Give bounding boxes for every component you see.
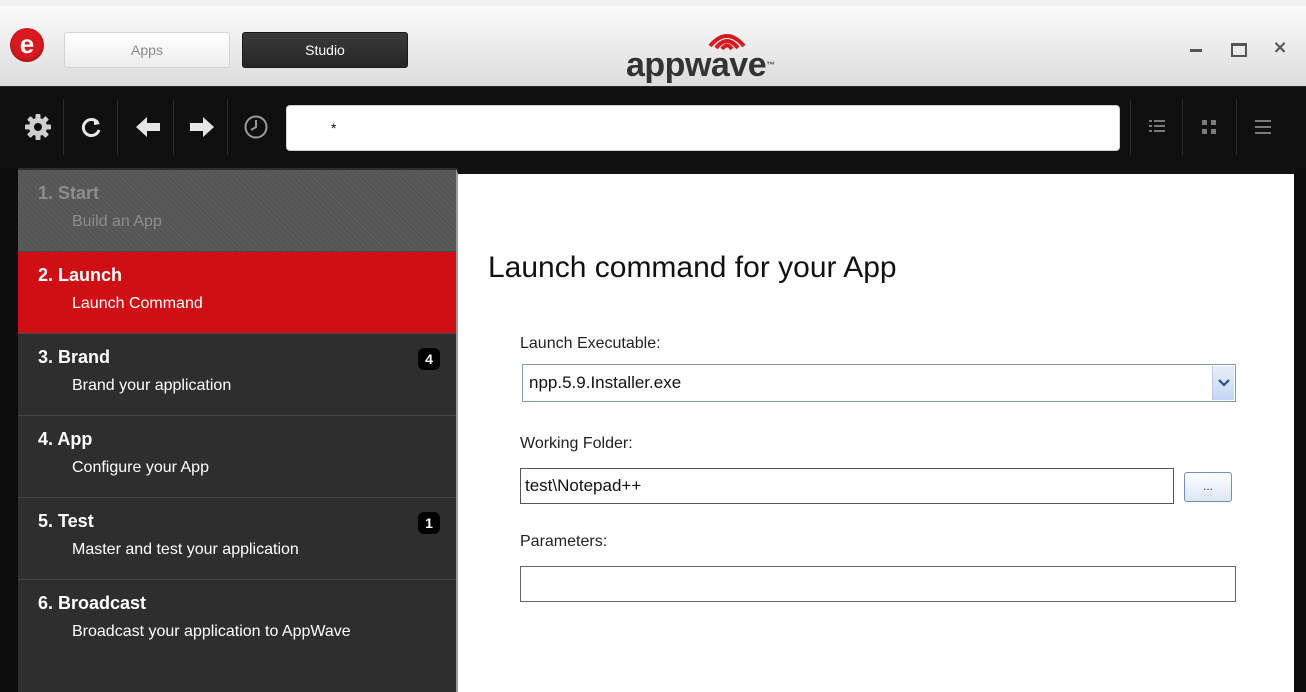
menu-icon[interactable] — [1236, 99, 1288, 155]
working-folder-input[interactable] — [520, 468, 1174, 504]
parameters-label: Parameters: — [520, 533, 608, 550]
gear-icon[interactable] — [12, 99, 64, 155]
step-launch[interactable]: 2. Launch Launch Command — [18, 252, 456, 334]
launch-command-panel: Launch command for your App Launch Execu… — [456, 168, 1306, 692]
step-subtitle: Master and test your application — [72, 541, 299, 558]
trademark-mark: ™ — [766, 60, 775, 70]
step-subtitle: Broadcast your application to AppWave — [72, 623, 351, 640]
grid-view-icon[interactable] — [1182, 99, 1234, 155]
chevron-down-icon[interactable] — [1212, 366, 1234, 400]
back-arrow-icon[interactable] — [122, 99, 174, 155]
step-title: 5. Test — [38, 511, 94, 531]
step-subtitle: Brand your application — [72, 377, 232, 394]
step-title: 3. Brand — [38, 347, 111, 367]
tab-studio[interactable]: Studio — [242, 32, 408, 68]
toolbar — [0, 86, 1306, 168]
parameters-input[interactable] — [520, 566, 1236, 602]
step-test[interactable]: 5. Test Master and test your application… — [18, 498, 456, 580]
forward-arrow-icon[interactable] — [176, 99, 228, 155]
issue-count-badge: 4 — [418, 348, 440, 370]
step-subtitle: Build an App — [72, 213, 162, 230]
search-input[interactable] — [286, 105, 1120, 151]
window-frame-edge — [1294, 168, 1306, 692]
launch-executable-select[interactable]: npp.5.9.Installer.exe — [522, 364, 1236, 402]
step-title: 2. Launch — [38, 265, 123, 285]
step-title: 6. Broadcast — [38, 593, 147, 613]
page-title: Launch command for your App — [488, 251, 897, 284]
close-icon[interactable]: × — [1268, 36, 1292, 60]
browse-folder-button[interactable]: ... — [1184, 472, 1232, 502]
step-broadcast[interactable]: 6. Broadcast Broadcast your application … — [18, 580, 456, 662]
step-app[interactable]: 4. App Configure your App — [18, 416, 456, 498]
step-subtitle: Launch Command — [72, 295, 203, 312]
refresh-icon[interactable] — [66, 99, 118, 155]
launch-executable-label: Launch Executable: — [520, 335, 661, 352]
step-start[interactable]: 1. Start Build an App — [18, 170, 456, 252]
launch-executable-value: npp.5.9.Installer.exe — [529, 373, 682, 392]
maximize-icon[interactable] — [1226, 36, 1250, 60]
working-folder-label: Working Folder: — [520, 435, 633, 452]
step-title: 1. Start — [38, 183, 100, 203]
brand-name: appwave — [626, 46, 767, 84]
appwave-logo-icon: e — [10, 28, 44, 62]
minimize-icon[interactable] — [1184, 36, 1208, 60]
list-view-icon[interactable] — [1130, 99, 1182, 155]
step-title: 4. App — [38, 429, 93, 449]
wizard-steps-sidebar: 1. Start Build an App 2. Launch Launch C… — [0, 168, 456, 692]
brand-wordmark: appwave™ — [626, 48, 775, 88]
issue-count-badge: 1 — [418, 512, 440, 534]
history-clock-icon[interactable] — [230, 99, 282, 155]
title-bar: e Apps Studio appwave™ × — [0, 0, 1306, 86]
step-subtitle: Configure your App — [72, 459, 209, 476]
step-brand[interactable]: 3. Brand Brand your application 4 — [18, 334, 456, 416]
tab-apps[interactable]: Apps — [64, 32, 230, 68]
